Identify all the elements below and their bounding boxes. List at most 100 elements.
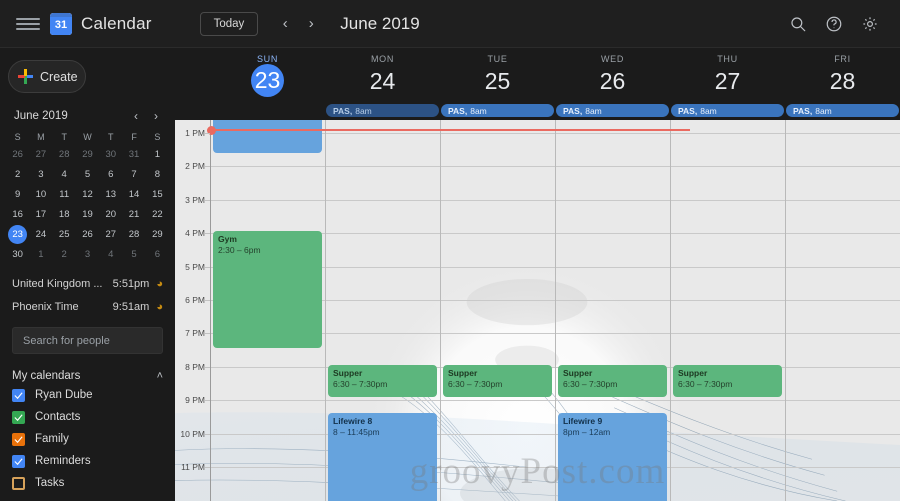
calendar-event[interactable]: Supper 6:30 – 7:30pm [443, 365, 552, 397]
day-header[interactable]: TUE 25 [440, 48, 555, 104]
day-number[interactable]: 23 [251, 64, 284, 97]
calendar-event[interactable]: Supper 6:30 – 7:30pm [328, 365, 437, 397]
day-number[interactable]: 28 [830, 66, 856, 96]
mini-day[interactable]: 6 [99, 165, 122, 184]
mini-day[interactable]: 29 [76, 145, 99, 164]
calendar-list-item[interactable]: Contacts [0, 406, 175, 428]
all-day-cell[interactable]: PAS, 8am [785, 104, 900, 120]
checkbox-checked-icon[interactable] [12, 454, 25, 468]
calendar-event[interactable]: Lifewire 9 8pm – 12am [558, 413, 667, 501]
mini-day[interactable]: 9 [6, 185, 29, 204]
all-day-cell[interactable] [210, 104, 325, 120]
mini-day[interactable]: 26 [76, 225, 99, 244]
mini-day[interactable]: 1 [146, 145, 169, 164]
mini-day[interactable]: 2 [6, 165, 29, 184]
mini-day[interactable]: 16 [6, 205, 29, 224]
mini-day[interactable]: 31 [122, 145, 145, 164]
mini-day[interactable]: 19 [76, 205, 99, 224]
mini-day[interactable]: 3 [29, 165, 52, 184]
day-header[interactable]: THU 27 [670, 48, 785, 104]
mini-day[interactable]: 30 [99, 145, 122, 164]
all-day-cell[interactable]: PAS, 8am [555, 104, 670, 120]
all-day-cell[interactable]: PAS, 8am [440, 104, 555, 120]
search-icon[interactable] [788, 14, 808, 34]
mini-day[interactable]: 4 [53, 165, 76, 184]
mini-calendar-grid[interactable]: S M T W T F S 26 27 28 29 30 31 1 2 3 4 5 6 7 8 9 10 11 12 13 14 15… [6, 129, 169, 264]
mini-day[interactable]: 10 [29, 185, 52, 204]
mini-day[interactable]: 20 [99, 205, 122, 224]
gear-icon[interactable] [860, 14, 880, 34]
main-menu-icon[interactable] [16, 12, 40, 36]
calendar-event[interactable]: Gym 2:30 – 6pm [213, 231, 322, 348]
search-people-input[interactable] [23, 334, 152, 347]
checkbox-checked-icon[interactable] [12, 432, 25, 446]
mini-day[interactable]: 21 [122, 205, 145, 224]
checkbox-unchecked-icon[interactable] [12, 476, 25, 490]
calendar-event[interactable]: Supper 6:30 – 7:30pm [673, 365, 782, 397]
mini-day[interactable]: 2 [53, 245, 76, 264]
day-header-today[interactable]: SUN 23 [210, 48, 325, 104]
people-search[interactable] [12, 327, 163, 354]
mini-day[interactable]: 12 [76, 185, 99, 204]
day-column[interactable]: Supper 6:30 – 7:30pm [671, 120, 786, 501]
day-column[interactable]: Supper 6:30 – 7:30pm [441, 120, 556, 501]
prev-week-button[interactable]: ‹ [272, 11, 298, 37]
mini-day[interactable]: 29 [146, 225, 169, 244]
calendar-logo-icon[interactable]: 31 [50, 12, 72, 35]
calendar-list-item[interactable]: Reminders [0, 450, 175, 472]
mini-day[interactable]: 1 [29, 245, 52, 264]
mini-prev-button[interactable]: ‹ [127, 107, 145, 125]
help-icon[interactable] [824, 14, 844, 34]
day-number[interactable]: 25 [485, 66, 511, 96]
calendar-list-item[interactable]: Ryan Dube [0, 384, 175, 406]
all-day-cell[interactable]: PAS, 8am [325, 104, 440, 120]
mini-day[interactable]: 27 [99, 225, 122, 244]
day-header[interactable]: FRI 28 [785, 48, 900, 104]
chevron-up-icon[interactable]: ˄ [157, 370, 163, 382]
all-day-event[interactable]: PAS, 8am [786, 104, 899, 117]
mini-day[interactable]: 28 [53, 145, 76, 164]
day-column[interactable]: Gym 2:30 – 6pm [207, 120, 690, 501]
checkbox-checked-icon[interactable] [12, 410, 25, 424]
day-header[interactable]: MON 24 [325, 48, 440, 104]
mini-day[interactable]: 22 [146, 205, 169, 224]
mini-day[interactable]: 11 [53, 185, 76, 204]
calendar-list-item[interactable]: Family [0, 428, 175, 450]
mini-day[interactable]: 7 [122, 165, 145, 184]
calendar-event[interactable]: Supper 6:30 – 7:30pm [558, 365, 667, 397]
mini-day[interactable]: 4 [99, 245, 122, 264]
mini-day[interactable]: 8 [146, 165, 169, 184]
mini-day[interactable]: 30 [6, 245, 29, 264]
next-week-button[interactable]: › [298, 11, 324, 37]
all-day-event[interactable]: PAS, 8am [326, 104, 439, 117]
mini-day[interactable]: 28 [122, 225, 145, 244]
mini-day[interactable]: 15 [146, 185, 169, 204]
day-number[interactable]: 24 [370, 66, 396, 96]
mini-day-selected[interactable]: 23 [8, 225, 28, 244]
mini-day[interactable]: 6 [146, 245, 169, 264]
mini-day[interactable]: 27 [29, 145, 52, 164]
calendar-event[interactable] [213, 120, 322, 153]
day-number[interactable]: 27 [715, 66, 741, 96]
day-number[interactable]: 26 [600, 66, 626, 96]
my-calendars-header[interactable]: My calendars ˄ [12, 370, 163, 382]
today-button[interactable]: Today [199, 11, 259, 36]
all-day-event[interactable]: PAS, 8am [671, 104, 784, 117]
calendar-event[interactable]: Lifewire 88 – 11:45pm [328, 413, 437, 501]
day-column[interactable]: Supper 6:30 – 7:30pm Lifewire 9 8pm – 12am [556, 120, 671, 501]
day-header[interactable]: WED 26 [555, 48, 670, 104]
mini-next-button[interactable]: › [147, 107, 165, 125]
mini-day[interactable]: 5 [76, 165, 99, 184]
all-day-event[interactable]: PAS, 8am [556, 104, 669, 117]
mini-day[interactable]: 26 [6, 145, 29, 164]
mini-day[interactable]: 5 [122, 245, 145, 264]
day-column[interactable] [786, 120, 900, 501]
day-columns[interactable]: Gym 2:30 – 6pm Supper 6:30 – 7:30pm Lifewire… [207, 120, 900, 501]
all-day-event[interactable]: PAS, 8am [441, 104, 554, 117]
create-button[interactable]: Create [8, 60, 86, 93]
all-day-cell[interactable]: PAS, 8am [670, 104, 785, 120]
checkbox-checked-icon[interactable] [12, 388, 25, 402]
mini-day[interactable]: 3 [76, 245, 99, 264]
mini-day[interactable]: 18 [53, 205, 76, 224]
mini-day[interactable]: 17 [29, 205, 52, 224]
